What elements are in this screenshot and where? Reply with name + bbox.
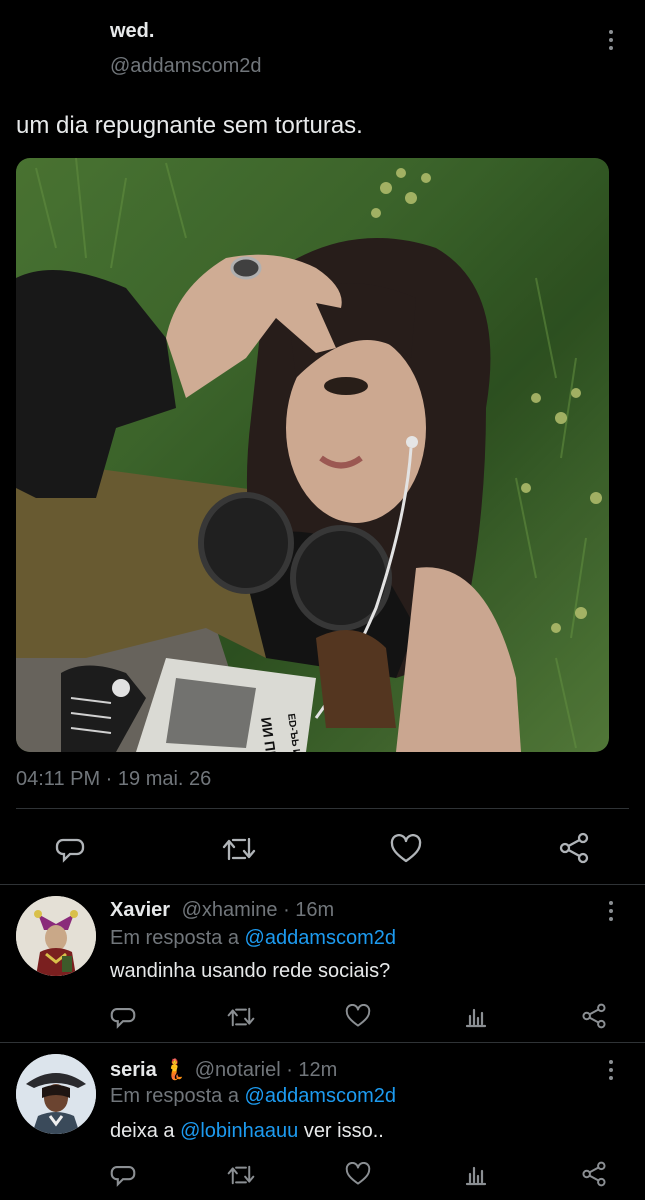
- avatar[interactable]: [16, 896, 96, 976]
- reply-context-mention[interactable]: @addamscom2d: [245, 927, 396, 949]
- photo-illustration: ИИ ПБDIKE ED-ЪЬ ИIECE?: [16, 158, 609, 752]
- more-options-icon[interactable]: [606, 901, 616, 921]
- tweet-text: um dia repugnante sem torturas.: [16, 112, 363, 139]
- analytics-icon[interactable]: [464, 1004, 488, 1028]
- reply-text-end: ver isso..: [303, 1120, 384, 1142]
- reply-context-mention[interactable]: @addamscom2d: [245, 1085, 396, 1107]
- like-icon[interactable]: [345, 1004, 371, 1028]
- reply-author-handle[interactable]: @notariel: [195, 1059, 281, 1081]
- like-icon[interactable]: [345, 1162, 371, 1186]
- reply-icon[interactable]: [110, 1161, 136, 1187]
- share-icon[interactable]: [581, 1003, 607, 1029]
- reply-author-name[interactable]: Xavier: [110, 899, 170, 921]
- analytics-icon[interactable]: [464, 1162, 488, 1186]
- reply-text: wandinha usando rede sociais?: [110, 960, 391, 982]
- author-handle[interactable]: @addamscom2d: [110, 55, 261, 78]
- more-options-icon[interactable]: [606, 30, 616, 50]
- reply-time: · 12m: [286, 1059, 338, 1081]
- more-options-icon[interactable]: [606, 1060, 616, 1080]
- reply-author-name[interactable]: seria: [110, 1059, 157, 1081]
- reply-text-start: deixa a: [110, 1120, 175, 1142]
- reply-text-mention[interactable]: @lobinhaauu: [180, 1120, 298, 1142]
- reply-time: · 16m: [283, 899, 335, 921]
- reply-text: deixa a @lobinhaauu ver isso..: [110, 1120, 384, 1143]
- author-name[interactable]: wed.: [110, 20, 154, 43]
- retweet-icon[interactable]: [227, 1163, 255, 1187]
- tweet-photo[interactable]: ИИ ПБDIKE ED-ЪЬ ИIECE?: [16, 158, 609, 752]
- divider: [16, 808, 629, 809]
- reply-icon[interactable]: [110, 1003, 136, 1029]
- divider: [0, 1042, 645, 1043]
- mermaid-emoji: 🧜: [162, 1059, 188, 1081]
- like-icon[interactable]: [390, 834, 422, 864]
- reply-author-handle[interactable]: @xhamine: [182, 899, 278, 921]
- retweet-icon[interactable]: [222, 835, 256, 863]
- retweet-icon[interactable]: [227, 1005, 255, 1029]
- reply-context-label: Em resposta a: [110, 927, 239, 949]
- tweet-timestamp: 04:11 PM · 19 mai. 26: [16, 768, 212, 790]
- share-icon[interactable]: [581, 1161, 607, 1187]
- reply-context-label: Em resposta a: [110, 1085, 239, 1107]
- reply-icon[interactable]: [55, 833, 85, 863]
- avatar[interactable]: [16, 1054, 96, 1134]
- share-icon[interactable]: [558, 832, 590, 864]
- divider: [0, 884, 645, 885]
